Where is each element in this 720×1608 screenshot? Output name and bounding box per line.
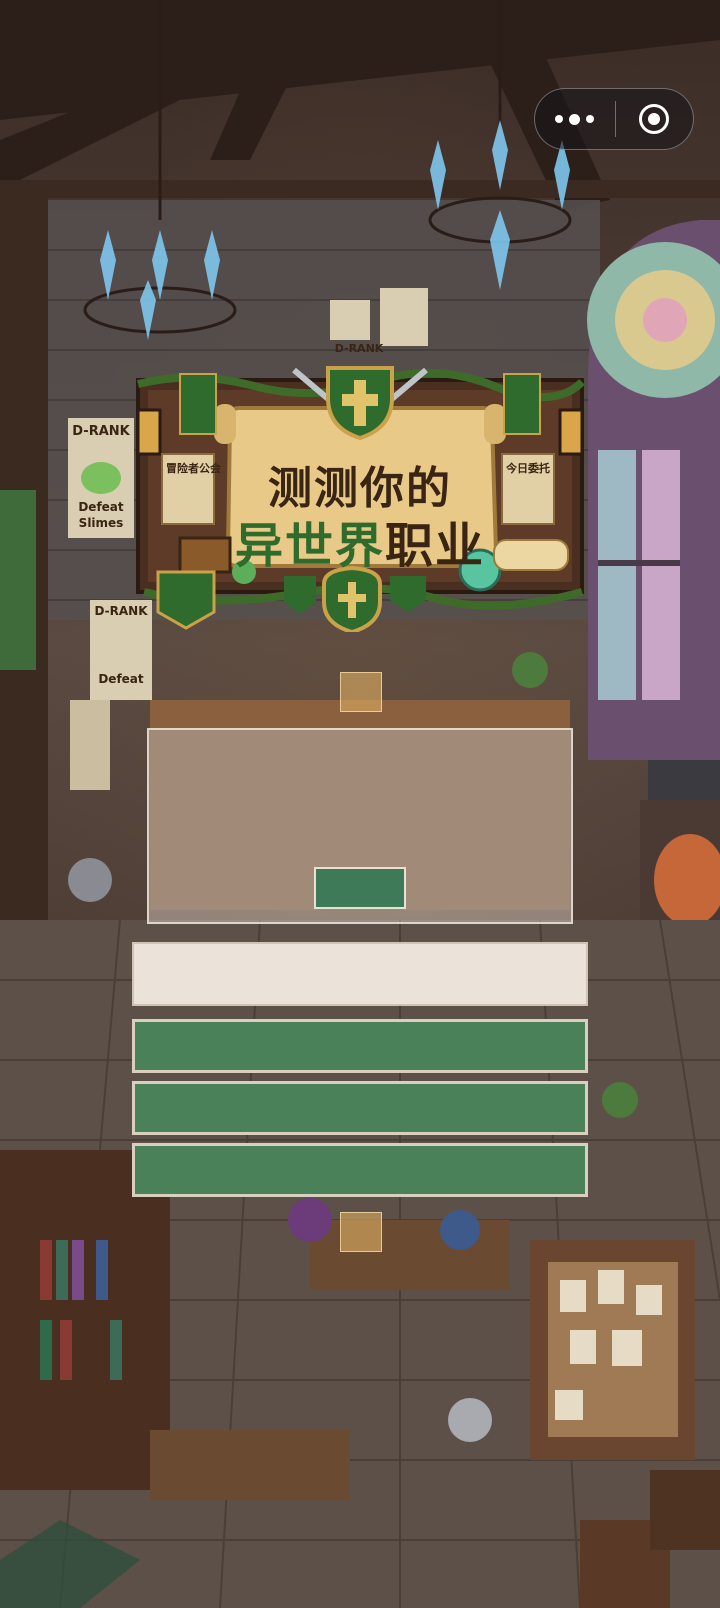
title-profession: 职业 [385, 518, 486, 574]
more-dots-icon-right [586, 115, 595, 123]
poster-text-line1: Defeat [78, 500, 124, 514]
poster2-text: Defeat [98, 672, 144, 686]
option-button-3[interactable] [132, 1143, 588, 1197]
page-title-line2: 异世界职业 [134, 506, 586, 576]
option-button-2[interactable] [132, 1081, 588, 1135]
title-banner: 冒险者公会 今日委托 测测你的 异世界职业 [134, 362, 586, 632]
answer-input[interactable] [132, 942, 588, 1006]
poster2-rank-label: D-RANK [94, 604, 148, 618]
mini-program-capsule [534, 88, 694, 150]
title-other-world: 异世界 [234, 518, 385, 574]
target-circle-icon [639, 104, 670, 134]
question-marker-top [340, 672, 382, 712]
more-dots-icon [555, 115, 564, 123]
panel-action-button[interactable] [314, 867, 406, 909]
poster3-rank-label: D-RANK [334, 342, 384, 355]
more-dots-icon-center [569, 113, 581, 125]
close-mini-program-button[interactable] [616, 88, 694, 150]
poster-rank-label: D-RANK [72, 424, 130, 439]
more-menu-button[interactable] [535, 88, 615, 150]
question-marker-bottom [340, 1212, 382, 1252]
option-button-1[interactable] [132, 1019, 588, 1073]
poster-text-line2: Slimes [78, 516, 124, 530]
